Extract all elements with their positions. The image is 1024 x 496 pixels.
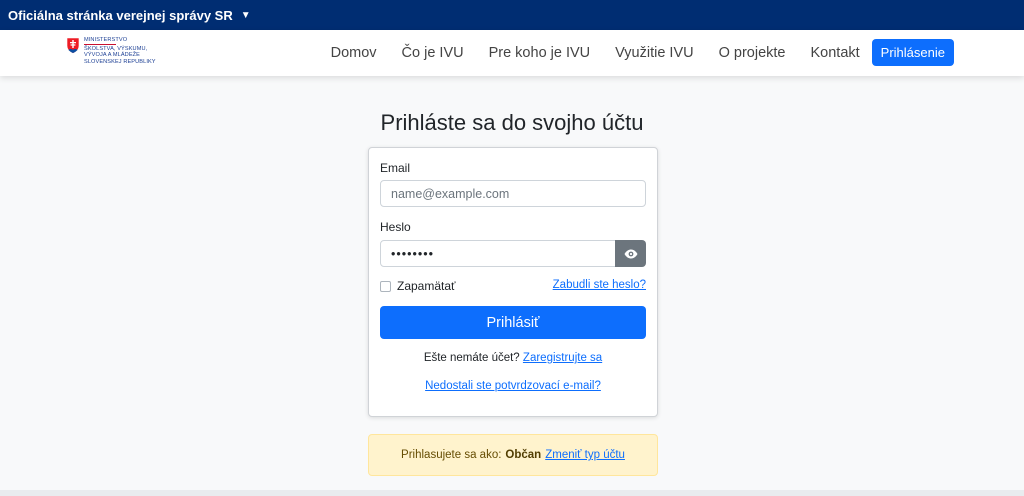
footer-divider	[0, 490, 1024, 496]
nav-contact[interactable]: Kontakt	[811, 45, 860, 61]
nav-what-is-ivu[interactable]: Čo je IVU	[402, 45, 464, 61]
login-nav-button[interactable]: Prihlásenie	[871, 39, 954, 66]
crest-icon	[66, 37, 80, 54]
logo-line-1: Ministerstvo	[84, 37, 127, 46]
nav-about[interactable]: O projekte	[719, 45, 786, 61]
nav-for-whom[interactable]: Pre koho je IVU	[489, 45, 591, 61]
remember-label: Zapamätať	[397, 279, 456, 293]
forgot-password-link[interactable]: Zabudli ste heslo?	[553, 279, 646, 291]
remember-me: Zapamätať	[380, 279, 456, 293]
password-input[interactable]	[380, 240, 616, 267]
account-type-value: Občan	[505, 449, 542, 461]
ministry-logo[interactable]: Ministerstvo školstva, výskumu, vývoja a…	[66, 37, 156, 65]
eye-icon	[624, 249, 637, 258]
register-text: Ešte nemáte účet?	[423, 352, 520, 364]
main-navbar: Ministerstvo školstva, výskumu, vývoja a…	[0, 30, 1024, 76]
gov-bar-label: Oficiálna stránka verejnej správy SR	[8, 7, 233, 23]
resend-confirmation-link[interactable]: Nedostali ste potvrdzovací e-mail?	[425, 380, 601, 392]
chevron-down-icon[interactable]: ▼	[241, 10, 251, 21]
login-card: Email Heslo Zapamätať Zabudli ste heslo?…	[368, 147, 658, 417]
remember-checkbox[interactable]	[380, 280, 391, 292]
nav-usage[interactable]: Využitie IVU	[615, 45, 693, 61]
page-title: Prihláste sa do svojho účtu	[380, 110, 644, 135]
gov-bar: Oficiálna stránka verejnej správy SR ▼	[0, 0, 1024, 30]
nav-home[interactable]: Domov	[331, 45, 377, 61]
register-row: Ešte nemáte účet? Zaregistrujte sa	[369, 352, 657, 364]
logo-line-4: Slovenskej republiky	[84, 58, 156, 65]
ministry-name: Ministerstvo školstva, výskumu, vývoja a…	[84, 37, 156, 65]
email-input[interactable]	[380, 180, 646, 207]
account-type-alert: Prihlasujete sa ako: Občan Zmeniť typ úč…	[368, 434, 658, 476]
login-submit-button[interactable]: Prihlásiť	[380, 306, 646, 339]
nav-menu: Domov Čo je IVU Pre koho je IVU Využitie…	[331, 39, 954, 66]
show-password-button[interactable]	[615, 240, 646, 267]
change-account-type-link[interactable]: Zmeniť typ účtu	[545, 449, 625, 461]
register-link[interactable]: Zaregistrujte sa	[523, 352, 602, 364]
alert-prefix: Prihlasujete sa ako:	[401, 449, 502, 461]
password-label: Heslo	[380, 220, 411, 234]
resend-row: Nedostali ste potvrdzovací e-mail?	[369, 380, 657, 392]
email-label: Email	[380, 161, 411, 175]
logo-line-3: vývoja a mládeže	[84, 52, 141, 59]
